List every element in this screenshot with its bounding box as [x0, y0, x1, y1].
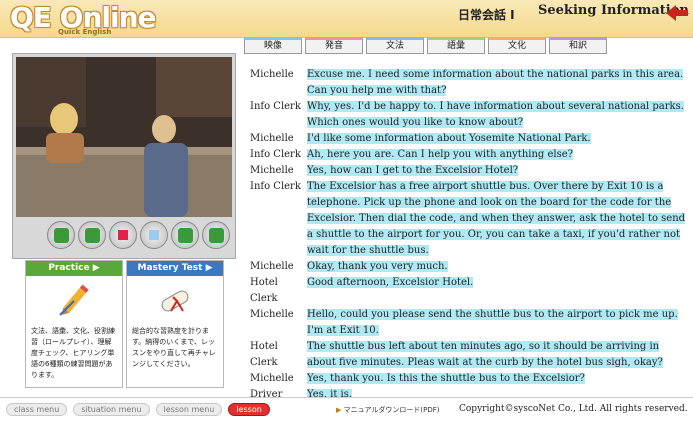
pause-button[interactable] — [140, 221, 168, 249]
speaker-name: Info Clerk — [250, 181, 301, 192]
speech-text: Okay, thank you very much. — [307, 261, 448, 272]
breadcrumb: class menu situation menu lesson menu le… — [6, 403, 270, 416]
crumb-situation-menu[interactable]: situation menu — [73, 403, 150, 416]
speaker-name: Info Clerk — [250, 101, 301, 112]
transcript-line[interactable]: Michelle Yes, thank you. Is this the shut… — [250, 371, 688, 387]
speech-text: Hello, could you please send the shuttle… — [307, 309, 678, 336]
video-controls — [47, 221, 230, 253]
speaker-name: Michelle — [250, 69, 294, 80]
tab-grammar[interactable]: 文法 — [366, 37, 424, 54]
app-logo-subtitle: Quick English — [58, 28, 112, 36]
speaker-name: Michelle — [250, 309, 294, 320]
tab-culture[interactable]: 文化 — [488, 37, 546, 54]
practice-description: 文法、語彙、文化、役割練習（ロールプレイ）、理解度チェック、ヒアリング単語の6種… — [31, 327, 115, 379]
manual-download-link[interactable]: マニュアルダウンロード(PDF) — [336, 405, 440, 415]
transcript-line[interactable]: Hotel Clerk Good afternoon, Excelsior Hot… — [250, 275, 688, 307]
back-arrow-icon[interactable] — [666, 5, 688, 21]
replay-full-icon — [84, 227, 100, 243]
speaker-name: Michelle — [250, 165, 294, 176]
crumb-lesson-menu[interactable]: lesson menu — [155, 403, 223, 416]
speech-text: Yes, how can I get to the Excelsior Hote… — [307, 165, 519, 176]
content-tabs: 映像 発音 文法 語彙 文化 和訳 — [244, 37, 607, 54]
slow-play-icon — [177, 227, 193, 243]
pause-icon — [149, 230, 159, 240]
transcript-line[interactable]: Michelle Okay, thank you very much. — [250, 259, 688, 275]
tab-pronunciation[interactable]: 発音 — [305, 37, 363, 54]
footer-bar: class menu situation menu lesson menu le… — [0, 397, 693, 425]
mastery-test-description: 総合的な習熟度を計ります。納得のいくまで、レッスンをやり直して再チャレンジしてく… — [132, 327, 216, 368]
transcript-line[interactable]: Michelle Excuse me. I need some informati… — [250, 67, 688, 99]
video-display[interactable] — [16, 57, 232, 217]
speech-text: Why, yes. I'd be happy to. I have inform… — [307, 101, 684, 128]
speech-text: The shuttle bus left about ten minutes a… — [307, 341, 663, 368]
crumb-lesson[interactable]: lesson — [228, 403, 270, 416]
transcript-line[interactable]: Michelle Yes, how can I get to the Excels… — [250, 163, 688, 179]
speech-text: Ah, here you are. Can I help you with an… — [307, 149, 574, 160]
transcript-line[interactable]: Info Clerk The Excelsior has a free airpo… — [250, 179, 688, 259]
course-title: 日常会話 I — [458, 8, 515, 22]
tab-vocabulary[interactable]: 語彙 — [427, 37, 485, 54]
copyright: Copyright©syscoNet Co., Ltd. All rights … — [459, 404, 688, 414]
tab-translation[interactable]: 和訳 — [549, 37, 607, 54]
replay-100-button[interactable] — [47, 221, 75, 249]
crumb-class-menu[interactable]: class menu — [6, 403, 68, 416]
mastery-test-button[interactable]: Mastery Test ▶ — [127, 261, 223, 276]
transcript-line[interactable]: Michelle I'd like some information about … — [250, 131, 688, 147]
replay-100-icon — [53, 227, 69, 243]
slow-play-button[interactable] — [171, 221, 199, 249]
speaker-name: Info Clerk — [250, 149, 301, 160]
speaker-name: Michelle — [250, 373, 294, 384]
play-icon — [208, 227, 224, 243]
video-player — [12, 53, 236, 259]
stop-icon — [118, 230, 128, 240]
speech-text: The Excelsior has a free airport shuttle… — [307, 181, 686, 256]
transcript: Michelle Excuse me. I need some informati… — [250, 67, 688, 403]
tab-video[interactable]: 映像 — [244, 37, 302, 54]
speaker-name: Michelle — [250, 133, 294, 144]
speaker-name: Michelle — [250, 261, 294, 272]
app-header: QE Online Quick English 日常会話 I Seeking I… — [0, 0, 693, 38]
transcript-line[interactable]: Hotel Clerk The shuttle bus left about te… — [250, 339, 688, 371]
mastery-test-card[interactable]: Mastery Test ▶ 総合的な習熟度を計ります。納得のいくまで、レッスン… — [126, 260, 224, 388]
speech-text: Excuse me. I need some information about… — [307, 69, 684, 96]
speech-text: Good afternoon, Excelsior Hotel. — [307, 277, 474, 288]
transcript-line[interactable]: Michelle Hello, could you please send the… — [250, 307, 688, 339]
speaker-name: Hotel Clerk — [250, 277, 278, 304]
practice-card[interactable]: Practice ▶ 文法、語彙、文化、役割練習（ロールプレイ）、理解度チェック… — [25, 260, 123, 388]
speaker-name: Hotel Clerk — [250, 341, 278, 368]
diploma-icon — [127, 276, 223, 326]
stop-button[interactable] — [109, 221, 137, 249]
transcript-line[interactable]: Info Clerk Ah, here you are. Can I help y… — [250, 147, 688, 163]
transcript-line[interactable]: Info Clerk Why, yes. I'd be happy to. I h… — [250, 99, 688, 131]
replay-full-button[interactable] — [78, 221, 106, 249]
speech-text: I'd like some information about Yosemite… — [307, 133, 591, 144]
play-button[interactable] — [202, 221, 230, 249]
practice-button[interactable]: Practice ▶ — [26, 261, 122, 276]
speech-text: Yes, thank you. Is this the shuttle bus … — [307, 373, 585, 384]
pencil-icon — [26, 276, 122, 326]
